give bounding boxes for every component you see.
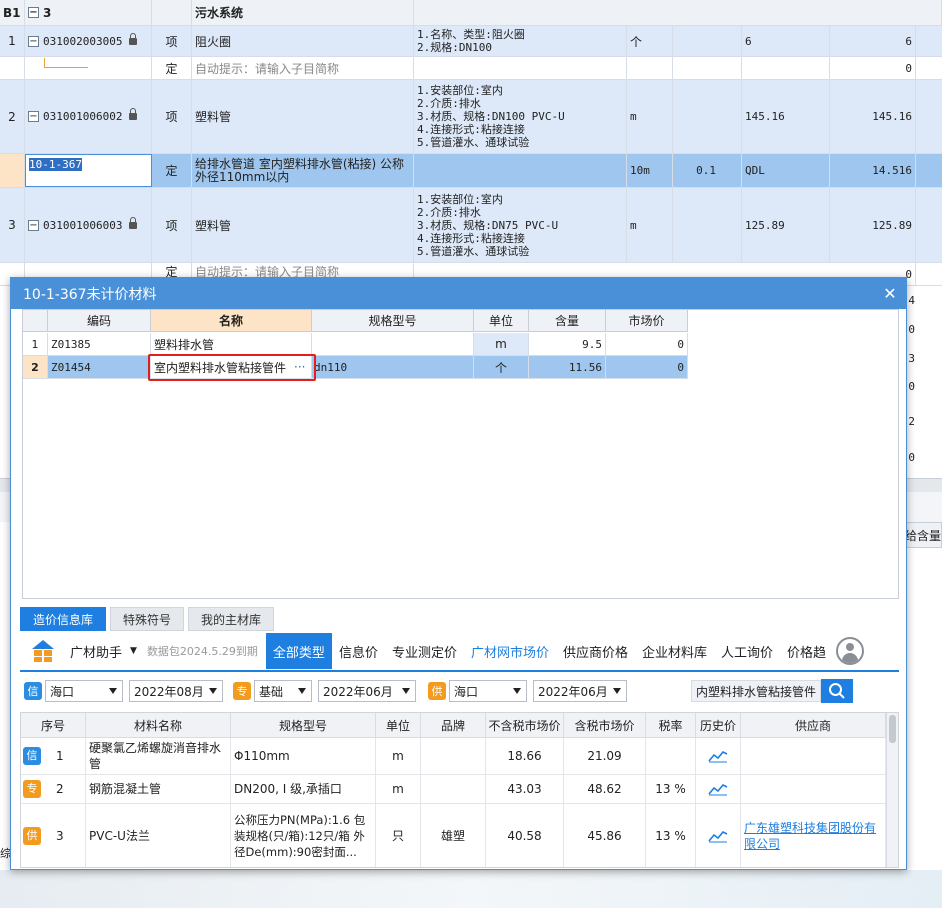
info-badge: 信 [23, 747, 41, 765]
data-pack-expiry: 数据包2024.5.29到期 [146, 645, 258, 658]
material-unit[interactable]: 个 [474, 356, 529, 379]
table-row[interactable]: 3 −031001006003 项 塑料管 1.安装部位:室内 2.介质:排水 … [0, 188, 942, 263]
collapse-icon[interactable]: − [28, 7, 39, 18]
filter-bar: 信 海口 2022年08月 专 基础 2022年06月 供 海口 2022年06… [20, 676, 899, 706]
date-select-1[interactable]: 2022年08月 [129, 680, 223, 702]
table-row[interactable]: 2 −031001006002 项 塑料管 1.安装部位:室内 2.介质:排水 … [0, 80, 942, 154]
region-select-2[interactable]: 海口 [449, 680, 527, 702]
professional-badge: 专 [23, 780, 41, 798]
lock-icon [129, 216, 137, 229]
brand-dropdown[interactable]: 广材助手 ▼ [66, 633, 141, 669]
row-number: 2 [23, 356, 48, 379]
info-badge: 信 [24, 682, 42, 700]
material-unit[interactable]: m [474, 333, 529, 356]
material-qty[interactable]: 9.5 [529, 333, 606, 356]
material-code[interactable]: Z01385 [48, 333, 151, 356]
row-number: 1 [23, 333, 48, 356]
material-name[interactable]: 塑料排水管 [151, 333, 312, 356]
date-select-2[interactable]: 2022年06月 [318, 680, 416, 702]
material-code[interactable]: Z01454 [48, 356, 151, 379]
dialog-title: 10-1-367未计价材料 [23, 286, 157, 303]
table-row[interactable]: 专2 [21, 775, 86, 804]
search-button[interactable] [821, 679, 853, 703]
chevron-down-icon [513, 688, 521, 694]
group-name: 污水系统 [192, 0, 414, 25]
row-number: B1 [0, 0, 25, 25]
unpriced-material-dialog: 10-1-367未计价材料 ✕ 编码 名称 规格型号 单位 含量 市场价 1 Z… [10, 277, 907, 870]
search-icon [829, 683, 845, 699]
tab-my-materials[interactable]: 我的主材库 [188, 607, 275, 631]
supplier-badge: 供 [428, 682, 446, 700]
search-input[interactable]: 内塑料排水管粘接管件 [691, 680, 821, 702]
supplier-badge: 供 [23, 827, 41, 845]
avatar-icon[interactable] [836, 637, 865, 665]
collapse-icon[interactable]: − [28, 219, 39, 231]
tab-price-library[interactable]: 造价信息库 [20, 607, 107, 631]
col-unit[interactable]: 单位 [474, 310, 529, 332]
col-code[interactable]: 编码 [48, 310, 151, 332]
group-row[interactable]: B1 −3 污水系统 [0, 0, 942, 26]
history-chart-icon[interactable] [696, 775, 741, 804]
table-row[interactable]: 供3 [21, 804, 86, 867]
close-icon[interactable]: ✕ [880, 283, 900, 303]
tab-market-price[interactable]: 广材网市场价 [464, 633, 556, 669]
tab-manual-inquiry[interactable]: 人工询价 [714, 633, 780, 669]
material-price[interactable]: 0 [606, 333, 688, 356]
library-tabs: 造价信息库 特殊符号 我的主材库 [20, 607, 278, 631]
code-input[interactable]: 10-1-367 [25, 154, 152, 187]
chevron-down-icon [613, 688, 621, 694]
table-row[interactable]: 信1 [21, 738, 86, 775]
tab-supplier-price[interactable]: 供应商价格 [556, 633, 635, 669]
chevron-down-icon [109, 688, 117, 694]
brand-logo-icon [30, 638, 56, 664]
type-select[interactable]: 基础 [254, 680, 312, 702]
lock-icon [129, 32, 137, 45]
professional-badge: 专 [233, 682, 251, 700]
highlight-box [148, 354, 316, 381]
table-row-selected[interactable]: 10-1-367 定 给排水管道 室内塑料排水管(粘接) 公称外径110mm以内… [0, 154, 942, 188]
region-select-1[interactable]: 海口 [45, 680, 123, 702]
history-chart-icon[interactable] [696, 804, 741, 867]
col-name[interactable]: 名称 [151, 310, 312, 332]
col-spec[interactable]: 规格型号 [312, 310, 474, 332]
material-price[interactable]: 0 [606, 356, 688, 379]
chevron-down-icon [298, 688, 306, 694]
chevron-down-icon: ▼ [130, 646, 137, 656]
price-results-table: 序号 材料名称 规格型号 单位 品牌 不含税市场价 含税市场价 税率 历史价 供… [20, 712, 899, 868]
tab-info-price[interactable]: 信息价 [332, 633, 385, 669]
collapse-icon[interactable]: − [28, 35, 39, 47]
col-qty[interactable]: 含量 [529, 310, 606, 332]
material-spec[interactable] [312, 333, 474, 356]
tab-enterprise-library[interactable]: 企业材料库 [635, 633, 714, 669]
table-row[interactable]: 定 自动提示：请输入子目简称 0 [0, 57, 942, 80]
date-select-3[interactable]: 2022年06月 [533, 680, 627, 702]
chevron-down-icon [402, 688, 410, 694]
group-code: −3 [25, 0, 152, 25]
tab-special-symbols[interactable]: 特殊符号 [110, 607, 185, 631]
col-price[interactable]: 市场价 [606, 310, 688, 332]
tab-all-types[interactable]: 全部类型 [265, 633, 332, 669]
collapse-icon[interactable]: − [28, 111, 39, 122]
tab-professional-price[interactable]: 专业测定价 [385, 633, 464, 669]
materials-table: 编码 名称 规格型号 单位 含量 市场价 1 Z01385 塑料排水管 m 9.… [22, 309, 899, 599]
chevron-down-icon [209, 688, 217, 694]
tab-price-trend[interactable]: 价格趋 [780, 633, 826, 669]
history-chart-icon[interactable] [696, 738, 741, 775]
table-row[interactable]: 1 −031002003005 项 阻火圈 1.名称、类型:阻火圈 2.规格:D… [0, 26, 942, 57]
dialog-title-bar[interactable]: 10-1-367未计价材料 ✕ [11, 278, 906, 309]
vertical-scrollbar[interactable] [886, 713, 898, 867]
price-toolbar: 广材助手 ▼ 数据包2024.5.29到期 全部类型 信息价 专业测定价 广材网市… [20, 632, 899, 672]
material-qty[interactable]: 11.56 [529, 356, 606, 379]
lock-icon [129, 108, 137, 120]
supplier-link[interactable]: 广东雄塑科技集团股份有限公司 [741, 804, 886, 867]
material-spec[interactable]: dn110 [312, 356, 474, 379]
